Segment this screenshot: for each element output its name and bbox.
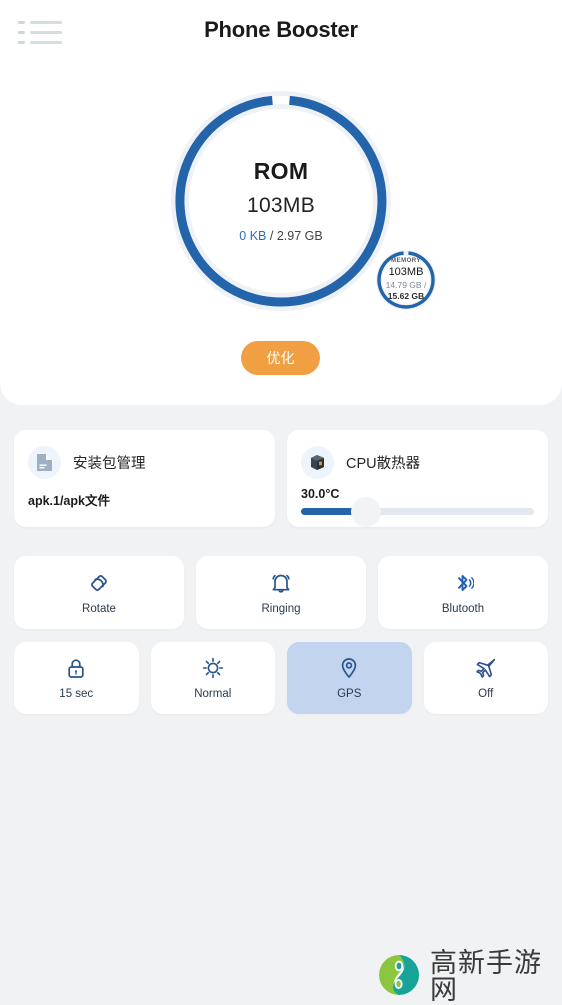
memory-gauge-readout: MEMORY 103MB 14.79 GB / 15.62 GB: [375, 249, 437, 311]
cpu-temperature-value: 30.0°C: [301, 487, 340, 501]
toggle-rotate-label: Rotate: [82, 602, 116, 615]
rom-gauge-label: ROM: [253, 157, 309, 184]
cpu-chip-icon: [301, 446, 334, 479]
app-header: Phone Booster: [0, 0, 562, 62]
leaf-circle-logo-glyph: [379, 954, 419, 995]
watermark: 高新手游网: [378, 950, 562, 1004]
leaf-circle-logo: [378, 954, 420, 1001]
memory-gauge[interactable]: MEMORY 103MB 14.79 GB / 15.62 GB: [375, 249, 437, 311]
toggle-screen-timeout[interactable]: 15 sec: [14, 642, 139, 714]
toggle-airplane-mode[interactable]: Off: [423, 642, 548, 714]
rom-storage-gauge[interactable]: ROM 103MB 0 KB / 2.97 GB: [169, 89, 393, 313]
apk-card-title: 安装包管理: [73, 456, 146, 472]
bluetooth-icon: [452, 570, 474, 596]
airplane-icon: [474, 655, 498, 681]
top-panel: Phone Booster ROM 103MB 0 KB / 2.97 GB M…: [0, 0, 562, 405]
location-pin-icon: [338, 655, 360, 681]
cpu-cooler-card[interactable]: CPU散热器 30.0°C: [287, 430, 548, 527]
cpu-temperature-slider[interactable]: [301, 496, 534, 527]
toggle-ringing[interactable]: Ringing: [196, 556, 366, 629]
lock-icon: [65, 655, 87, 681]
toggle-row-one: Rotate Ringing Blutooth: [14, 556, 548, 629]
toggle-bluetooth[interactable]: Blutooth: [378, 556, 548, 629]
toggle-row-two: 15 sec Normal GPS Off: [14, 642, 548, 714]
toggle-brightness[interactable]: Normal: [150, 642, 275, 714]
cpu-chip-icon-glyph: [311, 455, 324, 470]
toggle-ringing-label: Ringing: [261, 602, 301, 615]
toggle-rotate[interactable]: Rotate: [14, 556, 184, 629]
apk-card-footer: apk.1/apk文件: [28, 494, 110, 508]
rom-separator: /: [266, 228, 277, 243]
toggle-gps[interactable]: GPS: [287, 642, 412, 714]
page-title: Phone Booster: [204, 17, 358, 42]
rom-gauge-value: 103MB: [246, 193, 316, 217]
rom-gauge-subtext: 0 KB / 2.97 GB: [239, 230, 322, 243]
rotate-icon-glyph: [91, 574, 107, 591]
watermark-text: 高新手游网: [430, 948, 542, 1005]
info-cards-row: 安装包管理 apk.1/apk文件 CPU散热器 30.0°C: [14, 430, 548, 527]
rom-used-value: 0 KB: [239, 228, 267, 243]
rotate-icon: [87, 570, 111, 596]
document-file-icon-glyph: [37, 454, 52, 471]
optimize-button[interactable]: 优化: [241, 341, 320, 375]
bell-icon-glyph: [272, 574, 290, 593]
memory-used-value: 14.79 GB /: [385, 279, 427, 290]
toggle-bluetooth-label: Blutooth: [441, 602, 485, 615]
rom-gauge-readout: ROM 103MB 0 KB / 2.97 GB: [169, 89, 393, 313]
location-pin-icon-glyph: [342, 658, 357, 679]
bell-icon: [270, 570, 292, 596]
memory-gauge-label: MEMORY: [391, 257, 421, 264]
toggle-airplane-label: Off: [478, 688, 494, 701]
slider-thumb[interactable]: [351, 496, 382, 527]
airplane-icon-glyph: [475, 659, 495, 679]
rom-total-value: 2.97 GB: [276, 228, 323, 243]
memory-total-value: 15.62 GB: [387, 290, 425, 301]
apk-manager-card[interactable]: 安装包管理 apk.1/apk文件: [14, 430, 275, 527]
apk-card-header: 安装包管理: [28, 446, 146, 479]
lock-icon-glyph: [68, 659, 84, 679]
toggle-brightness-label: Normal: [194, 688, 232, 701]
bluetooth-icon-glyph: [458, 574, 474, 591]
memory-gauge-value: 103MB: [388, 265, 424, 278]
memory-gauge-subtext: 14.79 GB / 15.62 GB: [386, 280, 427, 301]
cpu-card-header: CPU散热器: [301, 446, 420, 479]
document-file-icon: [28, 446, 61, 479]
brightness-sun-icon-glyph: [202, 658, 223, 679]
toggle-screen-timeout-label: 15 sec: [59, 688, 94, 701]
cpu-card-title: CPU散热器: [346, 456, 421, 472]
toggle-gps-label: GPS: [337, 688, 362, 701]
brightness-sun-icon: [201, 655, 225, 681]
